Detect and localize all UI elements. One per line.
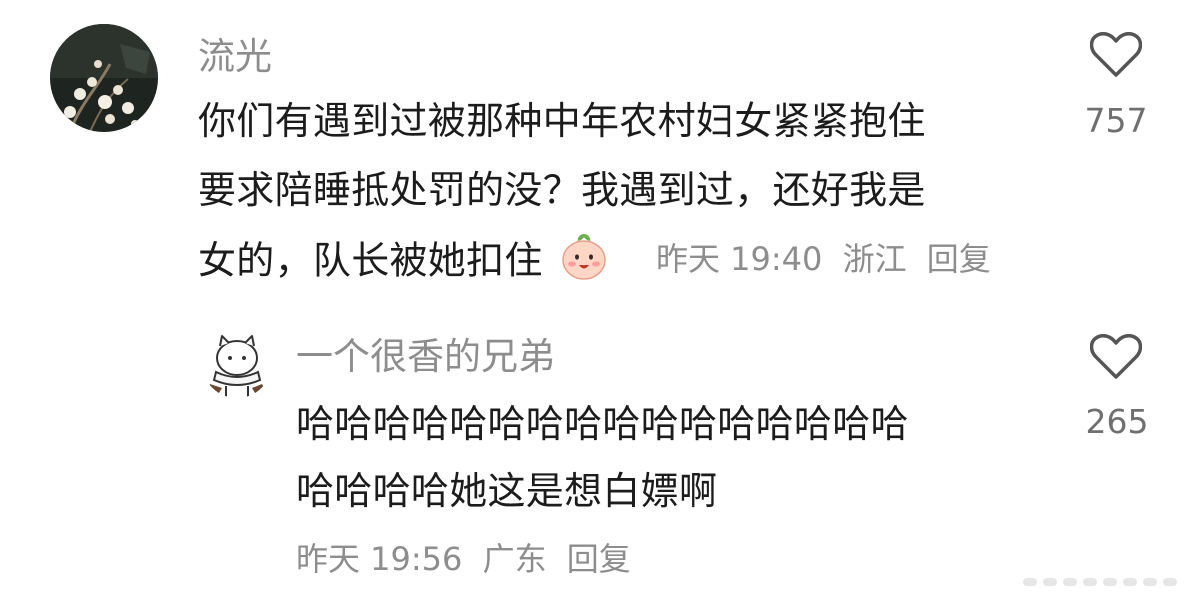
- reply-time: 昨天 19:56: [296, 540, 463, 578]
- reply-meta: 昨天 19:56 广东 回复: [296, 543, 641, 575]
- comment-time: 昨天 19:40: [656, 240, 823, 278]
- comment-location: 浙江: [842, 240, 907, 278]
- avatar[interactable]: [50, 24, 158, 132]
- avatar[interactable]: [202, 328, 272, 398]
- reply-location: 广东: [482, 540, 547, 578]
- reply-username[interactable]: 一个很香的兄弟: [296, 338, 555, 375]
- reply-button[interactable]: 回复: [567, 540, 631, 578]
- like-count: 757: [1084, 101, 1148, 140]
- comment-meta: 昨天 19:40 浙江 回复: [656, 243, 1001, 275]
- reply-text-line: 哈哈哈哈哈哈哈哈哈哈哈哈哈哈哈哈: [296, 402, 909, 446]
- comment-text-line: 女的，队长被她扣住: [198, 234, 609, 287]
- like-count: 265: [1085, 402, 1149, 441]
- watermark: [1023, 578, 1177, 586]
- heart-icon[interactable]: [1089, 333, 1143, 384]
- heart-icon[interactable]: [1089, 31, 1143, 82]
- comment-username[interactable]: 流光: [198, 38, 272, 75]
- reply-button[interactable]: 回复: [927, 240, 991, 278]
- comment-text-line-content: 女的，队长被她扣住: [198, 238, 543, 283]
- comment-text-line: 要求陪睡抵处罚的没？我遇到过，还好我是: [198, 168, 926, 212]
- comment-text-line: 你们有遇到过被那种中年农村妇女紧紧抱住: [198, 99, 926, 143]
- cute-peach-emoji-icon: [559, 231, 609, 287]
- reply-text-line: 哈哈哈哈她这是想白嫖啊: [296, 469, 718, 513]
